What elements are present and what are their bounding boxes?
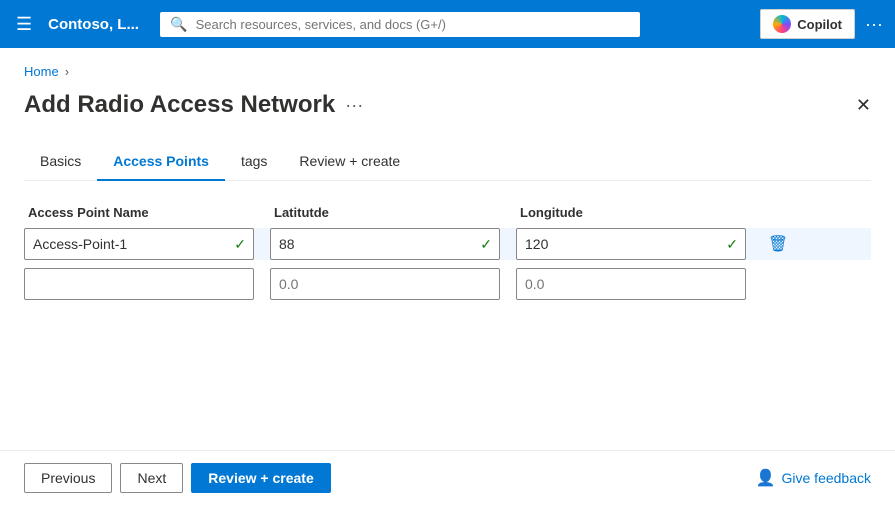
page-title-row: Add Radio Access Network ··· ✕ [24,91,871,119]
next-button[interactable]: Next [120,463,183,493]
bottom-bar: Previous Next Review + create 👤 Give fee… [0,450,895,505]
give-feedback-button[interactable]: 👤 Give feedback [756,468,871,488]
form-table: Access Point Name Latitutde Longitude ✓ … [24,205,871,300]
breadcrumb: Home › [24,64,871,79]
delete-row-button[interactable]: 🗑 [762,228,794,260]
col-header-latitude: Latitutde [274,205,504,220]
topbar: ☰ Contoso, L... 🔍 Copilot ··· [0,0,895,48]
review-create-button[interactable]: Review + create [191,463,330,493]
tabs-bar: Basics Access Points tags Review + creat… [24,143,871,181]
col-header-longitude: Longitude [520,205,750,220]
form-header-row: Access Point Name Latitutde Longitude [24,205,871,220]
close-button[interactable]: ✕ [856,96,871,114]
topbar-right: Copilot ··· [760,9,883,39]
access-point-name-input[interactable] [24,228,254,260]
access-point-name-input-2[interactable] [24,268,254,300]
page-title: Add Radio Access Network [24,91,335,119]
previous-button[interactable]: Previous [24,463,112,493]
tab-review-create[interactable]: Review + create [283,143,416,181]
copilot-button[interactable]: Copilot [760,9,855,39]
copilot-icon [773,15,791,33]
topbar-more-icon[interactable]: ··· [865,14,883,35]
longitude-field-wrap-2 [516,268,746,300]
check-icon: ✓ [726,236,738,253]
feedback-label: Give feedback [782,470,872,486]
longitude-input-2[interactable] [516,268,746,300]
access-point-name-field-wrap-2 [24,268,254,300]
search-bar[interactable]: 🔍 [160,12,640,37]
latitude-input[interactable] [270,228,500,260]
search-input[interactable] [196,17,631,32]
table-row: ✓ ✓ ✓ 🗑 [24,228,871,260]
page-options-icon[interactable]: ··· [345,95,363,116]
longitude-input[interactable] [516,228,746,260]
latitude-field-wrap: ✓ [270,228,500,260]
topbar-title: Contoso, L... [48,16,148,33]
tab-access-points[interactable]: Access Points [97,143,225,181]
latitude-input-2[interactable] [270,268,500,300]
table-row [24,268,871,300]
feedback-icon: 👤 [756,468,776,488]
col-header-name: Access Point Name [28,205,258,220]
breadcrumb-home[interactable]: Home [24,64,59,79]
breadcrumb-separator: › [65,64,69,79]
check-icon: ✓ [234,236,246,253]
longitude-field-wrap: ✓ [516,228,746,260]
tab-tags[interactable]: tags [225,143,283,181]
check-icon: ✓ [480,236,492,253]
latitude-field-wrap-2 [270,268,500,300]
search-icon: 🔍 [170,16,187,33]
access-point-name-field-wrap: ✓ [24,228,254,260]
copilot-label: Copilot [797,17,842,32]
main-content: Home › Add Radio Access Network ··· ✕ Ba… [0,48,895,505]
tab-basics[interactable]: Basics [24,143,97,181]
hamburger-menu-icon[interactable]: ☰ [12,10,36,39]
